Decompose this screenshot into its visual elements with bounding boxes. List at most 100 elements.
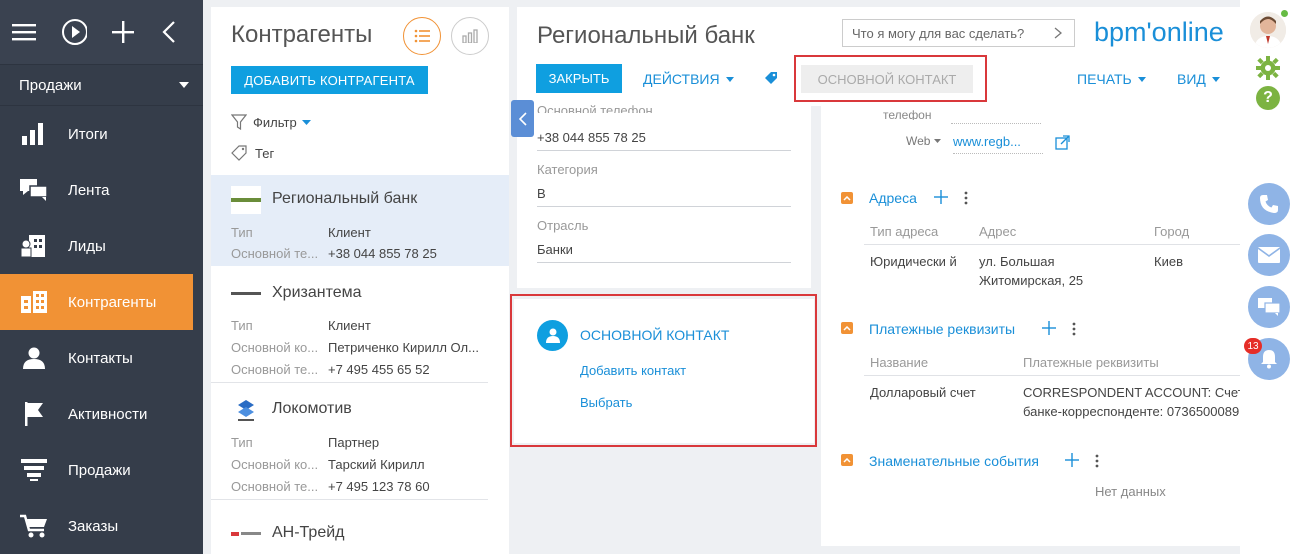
more-vertical-icon[interactable] — [964, 191, 968, 208]
tag-button[interactable]: Тег — [231, 145, 274, 161]
divider — [864, 375, 1240, 376]
account-logo — [231, 520, 261, 548]
account-logo — [231, 397, 261, 425]
caret-down-icon — [1137, 76, 1146, 82]
column-header: Платежные реквизиты — [1023, 355, 1159, 370]
nav-label: Активности — [68, 405, 148, 423]
nav-item-leads[interactable]: Лиды — [0, 218, 203, 274]
list-item[interactable]: Хризантема Тип Клиент Основной ко... Пет… — [211, 266, 509, 383]
list-item[interactable]: Локомотив Тип Партнер Основной ко... Тар… — [211, 383, 509, 500]
more-vertical-icon[interactable] — [1095, 454, 1099, 471]
web-link[interactable]: www.regb... — [953, 134, 1021, 149]
nav-item-contacts[interactable]: Контакты — [0, 330, 203, 386]
events-section-title[interactable]: Знаменательные события — [869, 453, 1039, 469]
brand-logo: bpm'online — [1094, 17, 1224, 47]
field-label: Тип — [231, 435, 253, 450]
chevron-left-icon — [518, 111, 527, 126]
list-item[interactable]: АН-Трейд — [211, 500, 509, 554]
add-account-button[interactable]: ДОБАВИТЬ КОНТРАГЕНТА — [231, 66, 428, 94]
section-collapse-toggle[interactable] — [841, 454, 853, 466]
field-value-category[interactable]: B — [537, 186, 546, 201]
actions-label: ДЕЙСТВИЯ — [643, 71, 720, 87]
field-value: +38 044 855 78 25 — [328, 246, 437, 261]
caret-down-icon — [179, 82, 189, 88]
field-label: Тип — [231, 318, 253, 333]
play-icon[interactable] — [61, 19, 87, 45]
field-label: Основной те... — [231, 246, 319, 261]
list-view-button[interactable] — [403, 17, 441, 55]
chart-icon — [0, 123, 68, 145]
phone-icon[interactable] — [1248, 183, 1290, 225]
nav-label: Контакты — [68, 349, 133, 367]
collapse-panel-toggle[interactable] — [511, 100, 534, 137]
chart-icon — [462, 29, 478, 43]
nav-item-activities[interactable]: Активности — [0, 386, 203, 442]
more-vertical-icon[interactable] — [1072, 322, 1076, 339]
nav-item-opportunities[interactable]: Продажи — [0, 442, 203, 498]
field-label-category: Категория — [537, 162, 598, 177]
web-type-select[interactable]: Web — [906, 134, 942, 148]
field-label: Тип — [231, 225, 253, 240]
field-value-industry[interactable]: Банки — [537, 242, 573, 257]
view-menu[interactable]: ВИД — [1177, 71, 1220, 87]
field-value[interactable]: Петриченко Кирилл Ол... — [328, 340, 479, 355]
field-value: +7 495 455 65 52 — [328, 362, 430, 377]
gear-icon[interactable] — [1256, 56, 1280, 83]
help-icon[interactable]: ? — [1256, 86, 1280, 110]
city-cell: Киев — [1154, 254, 1183, 269]
field-label-phone: Основной телефон — [537, 103, 653, 113]
field-value-phone[interactable]: +38 044 855 78 25 — [537, 130, 646, 145]
mail-icon[interactable] — [1248, 234, 1290, 276]
highlight-box — [510, 294, 817, 447]
filter-icon — [231, 114, 247, 130]
field-underline — [537, 206, 791, 207]
close-button[interactable]: ЗАКРЫТЬ — [536, 64, 622, 93]
nav-item-feed[interactable]: Лента — [0, 162, 203, 218]
record-header: Региональный банк Что я могу для вас сде… — [517, 7, 1240, 106]
accounts-list-panel: Контрагенты ДОБАВИТЬ КОНТРАГЕНТА Фильтр … — [211, 7, 509, 554]
filter-button[interactable]: Фильтр — [231, 114, 311, 130]
plus-icon[interactable] — [112, 19, 134, 45]
chevron-left-icon[interactable] — [159, 19, 178, 45]
print-label: ПЕЧАТЬ — [1077, 71, 1132, 87]
flag-icon — [0, 402, 68, 426]
nav-label: Лента — [68, 181, 110, 199]
payments-section-title[interactable]: Платежные реквизиты — [869, 321, 1015, 337]
field-value: +7 495 123 78 60 — [328, 479, 430, 494]
analytics-view-button[interactable] — [451, 17, 489, 55]
payment-details-cell: CORRESPONDENT ACCOUNT: Счет б — [1023, 385, 1240, 400]
section-collapse-toggle[interactable] — [841, 322, 853, 334]
field-underline — [951, 123, 1041, 124]
addresses-section-title[interactable]: Адреса — [869, 190, 917, 206]
tag-icon[interactable] — [764, 71, 778, 88]
leads-icon — [0, 235, 68, 257]
field-underline — [953, 153, 1043, 154]
chat-icon[interactable] — [1248, 286, 1290, 328]
workplace-select[interactable]: Продажи — [0, 64, 203, 106]
external-link-icon[interactable] — [1055, 135, 1070, 153]
avatar[interactable] — [1250, 12, 1286, 48]
tag-label: Тег — [255, 145, 275, 161]
column-header: Название — [870, 355, 929, 370]
view-label: ВИД — [1177, 71, 1206, 87]
filter-label: Фильтр — [253, 114, 297, 130]
communication-panel: ? 13 — [1240, 0, 1297, 554]
actions-menu[interactable]: ДЕЙСТВИЯ — [643, 71, 734, 87]
nav-item-accounts[interactable]: Контрагенты — [0, 274, 193, 330]
field-value[interactable]: Тарский Кирилл — [328, 457, 425, 472]
print-menu[interactable]: ПЕЧАТЬ — [1077, 71, 1146, 87]
nav-list: Итоги Лента Лиды Контрагенты Контакты Ак… — [0, 106, 203, 554]
list-item[interactable]: Региональный банк Тип Клиент Основной те… — [211, 175, 509, 266]
plus-icon[interactable] — [1042, 321, 1056, 338]
hamburger-icon[interactable] — [12, 19, 36, 45]
notification-badge: 13 — [1244, 338, 1262, 354]
nav-label: Продажи — [68, 461, 131, 479]
command-search-input[interactable]: Что я могу для вас сделать? — [842, 19, 1075, 47]
plus-icon[interactable] — [934, 190, 948, 207]
left-nav: Продажи Итоги Лента Лиды Контрагенты Кон… — [0, 0, 203, 554]
empty-state-text: Нет данных — [1095, 484, 1166, 499]
nav-item-dashboards[interactable]: Итоги — [0, 106, 203, 162]
nav-item-orders[interactable]: Заказы — [0, 498, 203, 554]
section-collapse-toggle[interactable] — [841, 192, 853, 204]
plus-icon[interactable] — [1065, 453, 1079, 470]
